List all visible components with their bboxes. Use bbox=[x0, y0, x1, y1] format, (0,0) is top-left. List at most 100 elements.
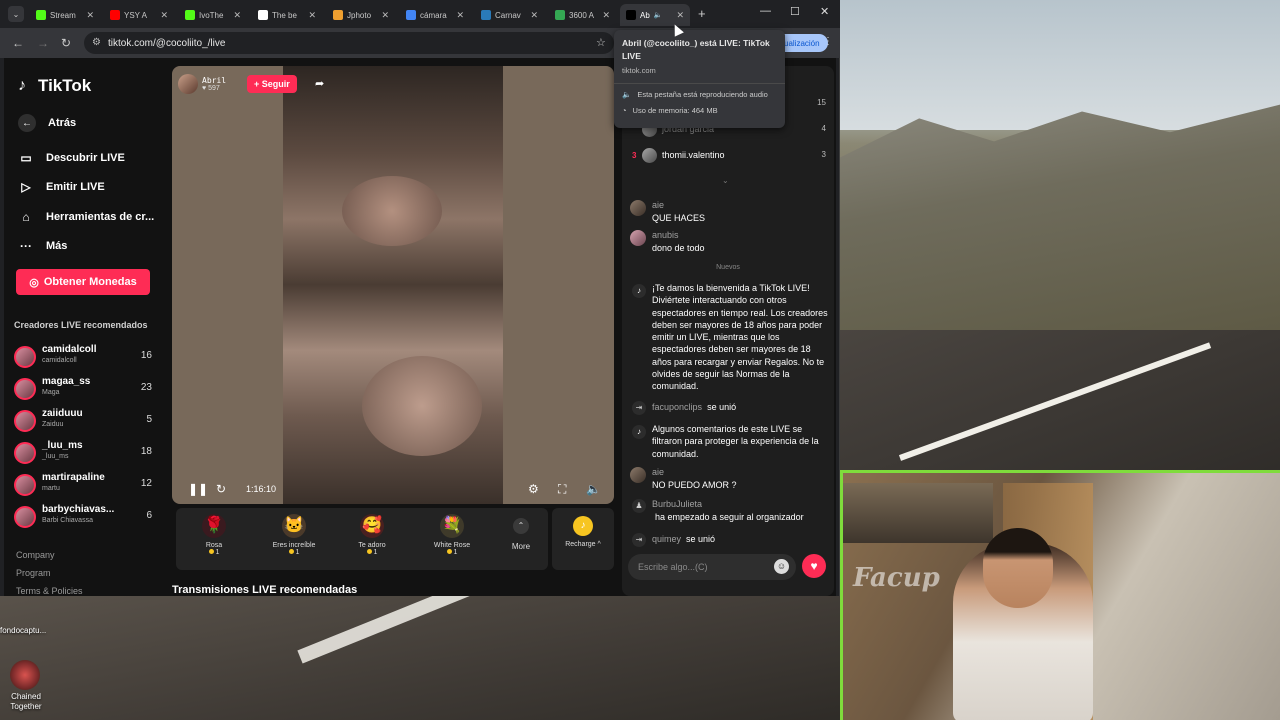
refresh-icon[interactable]: ↻ bbox=[216, 482, 226, 496]
footer-link-company[interactable]: Company bbox=[16, 550, 55, 560]
share-icon[interactable]: ➦ bbox=[315, 77, 324, 90]
chained-together-icon[interactable] bbox=[10, 660, 40, 690]
tab-5[interactable]: cámara ✕ bbox=[400, 4, 470, 26]
ranking-row[interactable]: 3 thomii.valentino 3 bbox=[630, 148, 826, 166]
live-video-player[interactable]: Abril ♥ 597 + Seguir ➦ ❚❚ ↻ 1:16:10 ⚙ ⛶ … bbox=[172, 66, 614, 504]
pause-icon[interactable]: ❚❚ bbox=[188, 482, 208, 496]
chat-username[interactable]: aie bbox=[652, 200, 664, 210]
fullscreen-icon[interactable]: ⛶ bbox=[558, 482, 566, 497]
coin-icon bbox=[446, 549, 452, 554]
close-tab-icon[interactable]: ✕ bbox=[381, 10, 389, 21]
tab-0[interactable]: Stream ✕ bbox=[30, 4, 100, 26]
chat-username[interactable]: aie bbox=[652, 467, 664, 477]
bookmark-star-icon[interactable]: ☆ bbox=[596, 36, 606, 49]
desktop-file-label[interactable]: fondocaptu... bbox=[0, 626, 60, 635]
close-tab-icon[interactable]: ✕ bbox=[456, 10, 464, 21]
more-gifts-button[interactable]: ⌃ More bbox=[506, 518, 536, 551]
kn-icon bbox=[481, 10, 491, 20]
volume-icon[interactable]: 🔈 bbox=[586, 482, 601, 496]
browser-menu-icon[interactable]: ⋮ bbox=[823, 36, 833, 47]
site-info-icon[interactable]: ⚙ bbox=[92, 37, 101, 48]
sidebar-item-go-live[interactable]: ▷ Emitir LIVE bbox=[18, 179, 104, 195]
tab-bar: ⌄ Stream ✕ YSY A ✕ IvoThe ✕ The be ✕ Jphoto ✕ cáma… bbox=[0, 0, 840, 28]
expand-ranking-chevron-icon[interactable]: ⌄ bbox=[722, 176, 729, 185]
tiktok-logo[interactable]: ♪ TikTok bbox=[18, 76, 91, 96]
footer-link-terms[interactable]: Terms & Policies bbox=[16, 586, 83, 596]
user-avatar[interactable] bbox=[630, 200, 646, 216]
gift-item[interactable]: 🐱 Eres increíble 1 bbox=[264, 514, 324, 556]
creator-item[interactable]: barbychiavas... Barbi Chiavassa 6 bbox=[14, 504, 154, 530]
tab-hover-tooltip: Abril (@cocoliito_) está LIVE: TikTok LI… bbox=[614, 30, 785, 128]
speaker-icon: 🔈 bbox=[622, 90, 632, 99]
memory-icon: ◔ bbox=[622, 106, 627, 115]
tab-1[interactable]: YSY A ✕ bbox=[104, 4, 174, 26]
diamond-icon bbox=[258, 10, 268, 20]
sidebar-item-creator-tools[interactable]: ⌂ Herramientas de cr... bbox=[18, 209, 154, 225]
chat-username[interactable]: anubis bbox=[652, 230, 679, 240]
creator-avatar[interactable] bbox=[14, 474, 36, 496]
desktop-shortcut-label[interactable]: Chained Together bbox=[2, 692, 50, 712]
forward-arrow-icon[interactable]: → bbox=[37, 36, 49, 50]
tab-4[interactable]: Jphoto ✕ bbox=[327, 4, 395, 26]
close-tab-icon[interactable]: ✕ bbox=[233, 10, 241, 21]
close-tab-icon[interactable]: ✕ bbox=[530, 10, 538, 21]
address-bar[interactable]: ⚙ tiktok.com/@cocoliito_/live bbox=[84, 32, 614, 54]
minimize-icon[interactable]: — bbox=[760, 5, 771, 17]
maximize-icon[interactable]: ☐ bbox=[790, 5, 800, 18]
footer-link-program[interactable]: Program bbox=[16, 568, 51, 578]
host-info[interactable]: Abril ♥ 597 bbox=[178, 72, 226, 96]
tab-audio-icon[interactable]: 🔈 bbox=[654, 11, 663, 19]
recharge-button[interactable]: ♪ Recharge ^ bbox=[552, 508, 614, 570]
tab-7[interactable]: 3600 A ✕ bbox=[549, 4, 616, 26]
gift-item[interactable]: 💐 White Rose 1 bbox=[422, 514, 482, 556]
creator-item[interactable]: zaiiduuu Zaiduu 5 bbox=[14, 408, 154, 434]
chat-username[interactable]: BurbuJulieta bbox=[652, 499, 702, 509]
emoji-icon[interactable]: ☺ bbox=[774, 559, 789, 574]
chat-input[interactable]: Escribe algo...(C) bbox=[628, 554, 796, 580]
tab-search-icon[interactable]: ⌄ bbox=[8, 6, 24, 22]
creator-avatar[interactable] bbox=[14, 410, 36, 432]
video-figure bbox=[362, 356, 482, 456]
chat-username[interactable]: facuponclips bbox=[652, 402, 702, 412]
gift-item[interactable]: 🥰 Te adoro 1 bbox=[342, 514, 402, 556]
tab-label: The be bbox=[272, 10, 297, 20]
tooltip-title: Abril (@cocoliito_) está LIVE: TikTok LI… bbox=[622, 38, 770, 61]
user-avatar[interactable] bbox=[630, 230, 646, 246]
back-arrow-icon[interactable]: ← bbox=[12, 36, 24, 50]
close-tab-icon[interactable]: ✕ bbox=[308, 10, 316, 21]
like-heart-button[interactable]: ♥ bbox=[802, 554, 826, 578]
user-avatar[interactable] bbox=[630, 467, 646, 483]
tab-3[interactable]: The be ✕ bbox=[252, 4, 322, 26]
sidebar-item-discover-live[interactable]: ▭ Descubrir LIVE bbox=[18, 150, 125, 166]
follow-button[interactable]: + Seguir bbox=[247, 75, 297, 93]
creator-avatar[interactable] bbox=[14, 346, 36, 368]
back-link[interactable]: ← Atrás bbox=[18, 114, 76, 132]
close-tab-icon[interactable]: ✕ bbox=[86, 10, 94, 21]
creator-item[interactable]: camidalcoll camidalcoll 16 bbox=[14, 344, 154, 370]
creator-item[interactable]: _luu_ms _luu_ms 18 bbox=[14, 440, 154, 466]
new-tab-button[interactable]: + bbox=[698, 6, 706, 21]
chat-username[interactable]: quimey bbox=[652, 534, 681, 544]
tab-6[interactable]: Carnav ✕ bbox=[475, 4, 544, 26]
creator-avatar[interactable] bbox=[14, 506, 36, 528]
reload-icon[interactable]: ↻ bbox=[61, 36, 71, 50]
creator-item[interactable]: magaa_ss Maga 23 bbox=[14, 376, 154, 402]
creator-avatar[interactable] bbox=[14, 442, 36, 464]
settings-gear-icon[interactable]: ⚙ bbox=[528, 482, 539, 496]
close-tab-icon[interactable]: ✕ bbox=[676, 10, 684, 21]
creator-item[interactable]: martirapaline martu 12 bbox=[14, 472, 154, 498]
close-tab-icon[interactable]: ✕ bbox=[160, 10, 168, 21]
gift-item[interactable]: 🌹 Rosa 1 bbox=[184, 514, 244, 556]
creator-avatar[interactable] bbox=[14, 378, 36, 400]
video-figure bbox=[342, 176, 442, 246]
host-avatar[interactable] bbox=[178, 74, 198, 94]
tab-2[interactable]: IvoThe ✕ bbox=[179, 4, 247, 26]
sidebar-item-more[interactable]: ··· Más bbox=[18, 238, 67, 254]
close-window-icon[interactable]: ✕ bbox=[820, 5, 829, 18]
gift-icon: 💐 bbox=[440, 514, 464, 538]
close-tab-icon[interactable]: ✕ bbox=[602, 10, 610, 21]
creator-viewer-count: 5 bbox=[146, 414, 152, 425]
tooltip-audio-text: Esta pestaña está reproduciendo audio bbox=[637, 90, 768, 99]
gift-icon: 🌹 bbox=[202, 514, 226, 538]
get-coins-button[interactable]: ◎ Obtener Monedas bbox=[16, 269, 150, 295]
